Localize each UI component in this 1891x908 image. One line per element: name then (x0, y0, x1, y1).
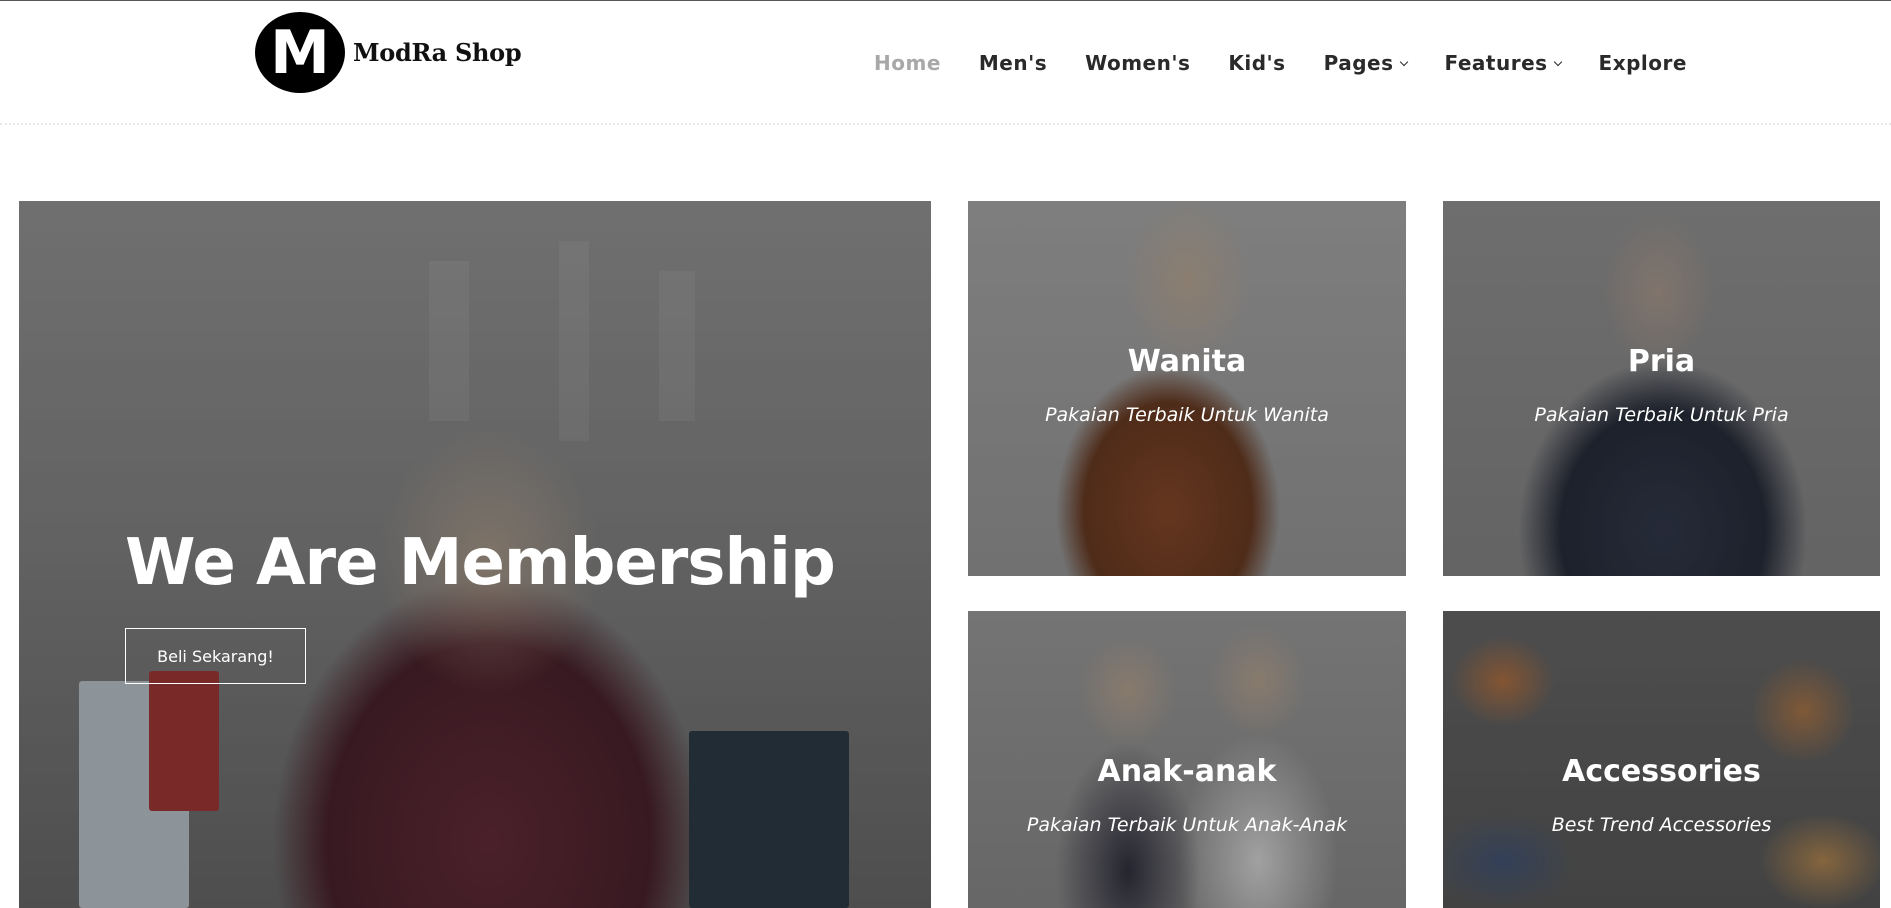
category-subtitle: Pakaian Terbaik Untuk Anak-Anak (1026, 814, 1348, 836)
brand-name: ModRa Shop (353, 38, 522, 67)
hero-banner: We Are Membership Beli Sekarang! (19, 201, 931, 908)
chevron-down-icon (1553, 57, 1562, 66)
category-card-accessories[interactable]: Accessories Best Trend Accessories (1443, 611, 1880, 908)
category-title: Pria (1627, 344, 1696, 379)
nav-mens[interactable]: Men's (979, 51, 1047, 75)
category-title: Wanita (1127, 344, 1247, 379)
card-overlay (968, 201, 1406, 576)
chevron-down-icon (1399, 57, 1408, 66)
category-subtitle: Pakaian Terbaik Untuk Wanita (1045, 404, 1329, 426)
nav-womens[interactable]: Women's (1085, 51, 1190, 75)
category-title: Accessories (1562, 754, 1761, 789)
category-subtitle: Pakaian Terbaik Untuk Pria (1534, 404, 1789, 426)
nav-features[interactable]: Features (1444, 51, 1562, 75)
nav-pages[interactable]: Pages (1323, 51, 1408, 75)
nav-pages-label: Pages (1323, 51, 1394, 75)
logo-mark: M (255, 12, 345, 93)
buy-now-button[interactable]: Beli Sekarang! (125, 628, 306, 684)
category-card-wanita[interactable]: Wanita Pakaian Terbaik Untuk Wanita (968, 201, 1406, 576)
card-overlay (1443, 201, 1880, 576)
category-subtitle: Best Trend Accessories (1551, 814, 1772, 836)
nav-features-label: Features (1444, 51, 1548, 75)
hero-title: We Are Membership (125, 526, 836, 600)
site-header: M ModRa Shop Home Men's Women's Kid's Pa… (0, 1, 1891, 125)
main-nav: Home Men's Women's Kid's Pages Features … (874, 51, 1687, 75)
category-card-pria[interactable]: Pria Pakaian Terbaik Untuk Pria (1443, 201, 1880, 576)
nav-explore[interactable]: Explore (1599, 51, 1687, 75)
nav-home[interactable]: Home (874, 51, 941, 75)
logo[interactable]: M ModRa Shop (255, 12, 522, 93)
category-card-anak-anak[interactable]: Anak-anak Pakaian Terbaik Untuk Anak-Ana… (968, 611, 1406, 908)
nav-kids[interactable]: Kid's (1228, 51, 1285, 75)
category-title: Anak-anak (1097, 754, 1277, 789)
